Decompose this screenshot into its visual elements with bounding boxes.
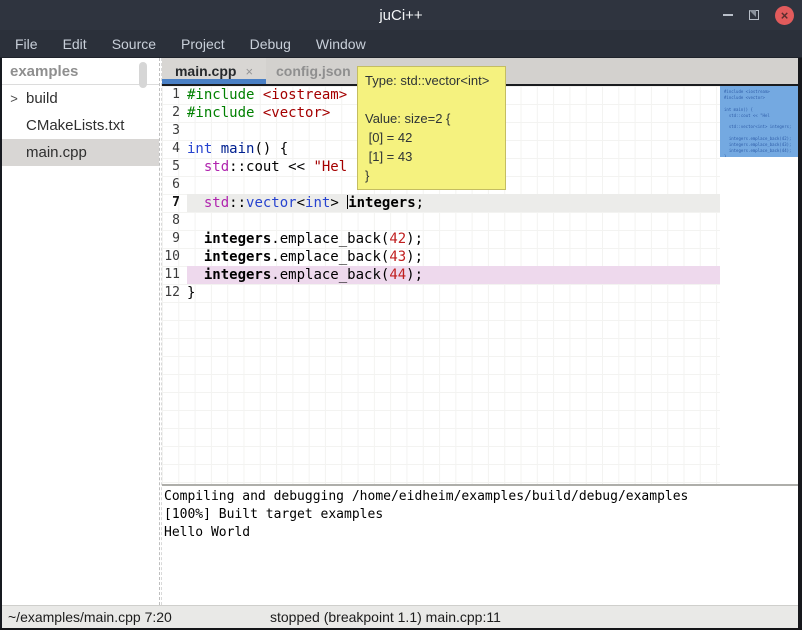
sidebar-item-cmakelists-txt[interactable]: CMakeLists.txt: [2, 112, 159, 139]
line-number: 3: [162, 122, 187, 140]
file-name: main.cpp: [2, 144, 87, 161]
window-controls: ×: [723, 0, 794, 30]
code-text: integers.emplace_back(44);: [187, 266, 423, 284]
code-text: int main() {: [187, 140, 288, 158]
status-file-position: ~/examples/main.cpp 7:20: [8, 609, 172, 625]
code-line: 7 std::vector<int> integers;: [162, 194, 720, 212]
status-debug-state: stopped (breakpoint 1.1) main.cpp:11: [270, 609, 501, 625]
minimap-line: std::vector<int> integers;: [724, 124, 798, 130]
tooltip-line: Type: std::vector<int>: [365, 71, 498, 90]
minimap-line: integers.emplace_back(44);: [724, 148, 798, 154]
minimap-column: #include <iostream>#include <vector> int…: [720, 86, 798, 484]
window-title: juCi++: [379, 7, 422, 24]
file-name: build: [26, 90, 58, 107]
close-icon[interactable]: ×: [775, 6, 794, 25]
line-number: 12: [162, 284, 187, 302]
line-number: 10: [162, 248, 187, 266]
code-line: 8: [162, 212, 720, 230]
tab-main-cpp[interactable]: main.cpp ×: [162, 58, 266, 84]
line-number: 6: [162, 176, 187, 194]
active-tab-underline: [162, 79, 266, 84]
debug-value-tooltip: Type: std::vector<int>Value: size=2 { [0…: [357, 66, 506, 190]
sidebar-scrollbar[interactable]: [139, 62, 147, 88]
juci-window: juCi++ × File Edit Source Project Debug Windo…: [0, 0, 802, 630]
minimap-viewport[interactable]: #include <iostream>#include <vector> int…: [720, 86, 798, 157]
sidebar-item-main-cpp[interactable]: main.cpp: [2, 139, 159, 166]
build-output-panel[interactable]: Compiling and debugging /home/eidheim/ex…: [162, 486, 798, 605]
line-number: 2: [162, 104, 187, 122]
output-line: [100%] Built target examples: [164, 506, 798, 524]
file-tree-sidebar: examples >build CMakeLists.txt main.cpp: [2, 58, 159, 605]
minimize-icon[interactable]: [723, 14, 733, 16]
line-number: 5: [162, 158, 187, 176]
code-text: std::cout << "Hel: [187, 158, 347, 176]
line-number: 4: [162, 140, 187, 158]
code-line: 11 integers.emplace_back(44);: [162, 266, 720, 284]
output-line: Hello World: [164, 524, 798, 542]
tab-label: config.json: [276, 63, 351, 79]
menu-item-edit[interactable]: Edit: [59, 34, 91, 54]
file-name: CMakeLists.txt: [2, 117, 124, 134]
code-line: 12}: [162, 284, 720, 302]
window-border-right: [798, 58, 802, 630]
sidebar-item-build[interactable]: >build: [2, 85, 159, 112]
code-text: std::vector<int> integers;: [187, 194, 424, 212]
window-border-left: [0, 58, 2, 630]
tooltip-line: Value: size=2 {: [365, 109, 498, 128]
code-text: #include <iostream>: [187, 86, 347, 104]
code-text: integers.emplace_back(43);: [187, 248, 423, 266]
tooltip-line: [0] = 42: [365, 128, 498, 147]
line-number: 1: [162, 86, 187, 104]
tab-label: main.cpp: [175, 63, 236, 79]
line-number: 8: [162, 212, 187, 230]
tab-close-icon[interactable]: ×: [245, 64, 253, 79]
minimap-line: }: [724, 154, 798, 157]
code-text: #include <vector>: [187, 104, 330, 122]
expander-icon[interactable]: >: [2, 91, 26, 106]
statusbar: ~/examples/main.cpp 7:20 stopped (breakp…: [0, 605, 802, 628]
tooltip-line: [365, 90, 498, 109]
menubar: File Edit Source Project Debug Window: [0, 30, 802, 58]
tooltip-line: }: [365, 166, 498, 185]
menu-item-file[interactable]: File: [11, 34, 42, 54]
menu-item-debug[interactable]: Debug: [246, 34, 295, 54]
code-line: 10 integers.emplace_back(43);: [162, 248, 720, 266]
restore-icon[interactable]: [749, 10, 759, 20]
line-number: 7: [162, 194, 187, 212]
tooltip-line: [1] = 43: [365, 147, 498, 166]
code-text: }: [187, 284, 195, 302]
line-number: 11: [162, 266, 187, 284]
file-tree: >build CMakeLists.txt main.cpp: [2, 85, 159, 166]
line-number: 9: [162, 230, 187, 248]
menu-item-source[interactable]: Source: [108, 34, 160, 54]
project-name: examples: [2, 58, 159, 85]
menu-item-window[interactable]: Window: [312, 34, 370, 54]
tab-config-json[interactable]: config.json: [268, 58, 351, 84]
code-line: 9 integers.emplace_back(42);: [162, 230, 720, 248]
output-line: Compiling and debugging /home/eidheim/ex…: [164, 488, 798, 506]
code-text: integers.emplace_back(42);: [187, 230, 423, 248]
menu-item-project[interactable]: Project: [177, 34, 229, 54]
titlebar[interactable]: juCi++ ×: [0, 0, 802, 30]
